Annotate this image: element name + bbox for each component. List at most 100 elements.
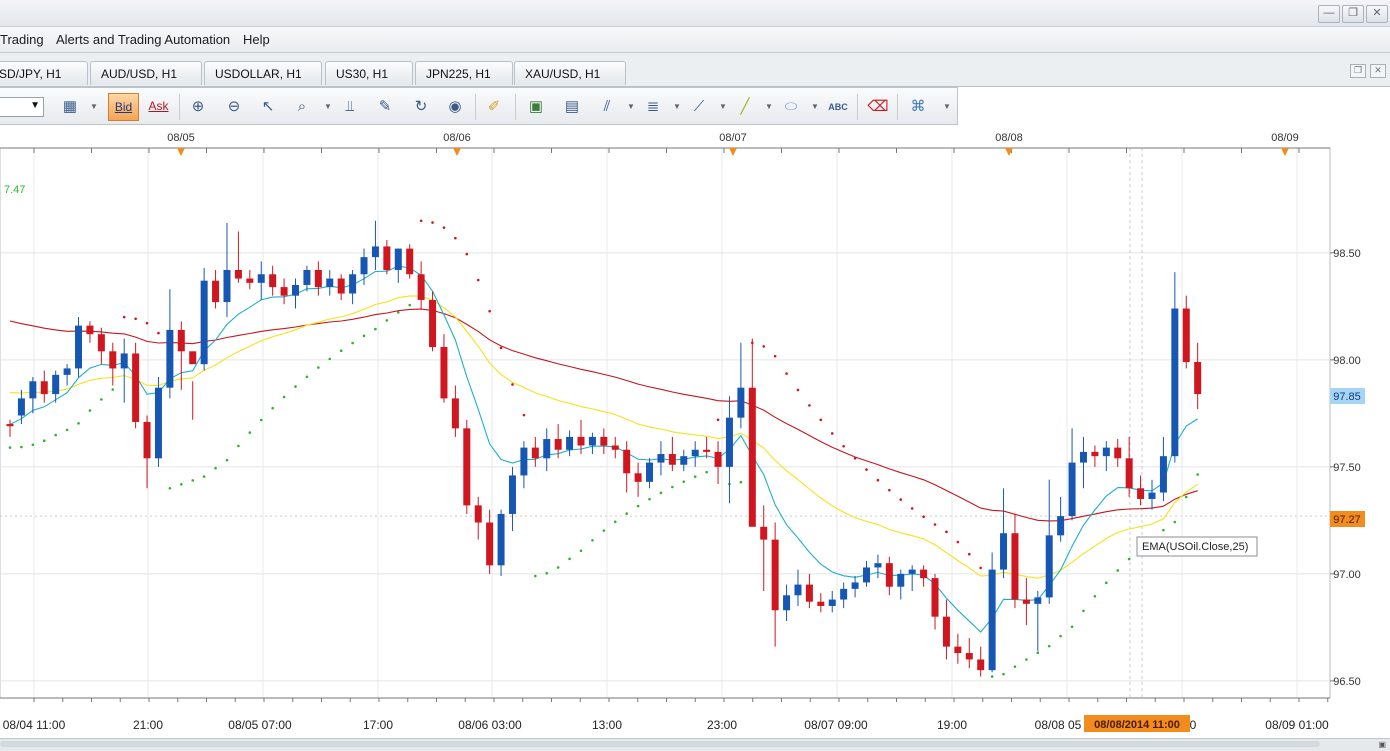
indicator-tooltip: EMA(USOil.Close,25) — [1142, 541, 1248, 553]
candle-up — [303, 270, 310, 285]
candle-down — [806, 585, 813, 602]
restore-button[interactable]: ❐ — [1342, 5, 1364, 23]
sar-dot — [637, 505, 640, 508]
menu-alerts-automation[interactable]: Alerts and Trading Automation — [56, 32, 230, 47]
minimize-button[interactable]: — — [1318, 5, 1340, 23]
tab-audusd[interactable]: AUD/USD, H1 — [90, 61, 202, 85]
gann-icon[interactable]: ⟋ — [687, 96, 711, 118]
chevron-down-icon[interactable]: ▼ — [627, 96, 635, 118]
chevron-down-icon[interactable]: ▼ — [943, 96, 951, 118]
candle-down — [578, 437, 585, 446]
hierarchy-icon[interactable]: ⌘ — [906, 96, 930, 118]
chart-close-icon[interactable]: ✕ — [1370, 64, 1386, 78]
timeframe-combo[interactable]: ▼ — [0, 97, 44, 117]
sar-dot — [203, 475, 206, 478]
rotate-icon[interactable]: ↻ — [409, 96, 433, 118]
chart-restore-icon[interactable]: ❐ — [1350, 64, 1366, 78]
ruler-icon[interactable]: ✐ — [482, 96, 506, 118]
sar-dot — [888, 489, 891, 492]
candle-down — [98, 334, 105, 351]
sar-dot — [134, 317, 137, 320]
sar-dot — [842, 445, 845, 448]
zoom-out-icon[interactable]: ⊖ — [222, 96, 246, 118]
candle-down — [1011, 533, 1018, 599]
chevron-down-icon[interactable]: ▼ — [324, 96, 332, 118]
ask-button[interactable]: Ask — [143, 93, 174, 121]
menu-help[interactable]: Help — [243, 32, 270, 47]
text-icon[interactable]: ABC — [826, 96, 850, 118]
candle-up — [1046, 535, 1053, 597]
sar-dot — [328, 358, 331, 361]
sar-dot — [89, 409, 92, 412]
sar-dot — [934, 523, 937, 526]
sar-dot — [1037, 651, 1040, 654]
candle-down — [555, 439, 562, 450]
candle-down — [954, 647, 961, 653]
sar-dot — [466, 253, 469, 256]
corner-value: 7.47 — [4, 184, 25, 196]
channel-icon[interactable]: ≣ — [641, 96, 665, 118]
tab-usdollar[interactable]: USDOLLAR, H1 — [204, 61, 322, 85]
sar-dot — [545, 572, 548, 575]
sar-dot — [32, 443, 35, 446]
toolbar-separator — [515, 94, 516, 120]
candle-up — [520, 448, 527, 476]
sar-dot — [877, 479, 880, 482]
tab-us30[interactable]: US30, H1 — [325, 61, 413, 85]
sar-dot — [1071, 625, 1074, 628]
candle-up — [1034, 597, 1041, 603]
sar-dot — [694, 475, 697, 478]
fibonacci-icon[interactable]: ⫽ — [595, 96, 619, 118]
bid-button[interactable]: Bid — [108, 93, 139, 121]
close-button[interactable]: ✕ — [1366, 5, 1388, 23]
menu-trading[interactable]: Trading — [0, 32, 44, 47]
sar-dot — [408, 304, 411, 307]
template-icon[interactable]: ▤ — [560, 96, 584, 118]
sar-dot — [420, 219, 423, 222]
time-axis-label: 13:00 — [592, 718, 622, 732]
sar-dot — [1185, 496, 1188, 499]
eraser-icon[interactable]: ⌫ — [866, 96, 890, 118]
price-chart[interactable]: 0408/0508/0608/0708/0808/09 08/04 11:002… — [0, 126, 1390, 738]
magnifier-icon[interactable]: ⌕ — [290, 96, 314, 118]
image-icon[interactable]: ▣ — [524, 96, 548, 118]
screenshot-icon[interactable]: ✎ — [373, 96, 397, 118]
tab-xauusd[interactable]: XAU/USD, H1 — [514, 61, 626, 85]
chart-type-icon[interactable]: ▦ — [58, 96, 82, 118]
zoom-in-icon[interactable]: ⊕ — [186, 96, 210, 118]
time-axis-label: 23:00 — [707, 718, 737, 732]
trendline-icon[interactable]: ╱ — [733, 96, 757, 118]
sar-dot — [534, 575, 537, 578]
chevron-down-icon[interactable]: ▼ — [811, 96, 819, 118]
tab-jpn225[interactable]: JPN225, H1 — [415, 61, 513, 85]
sar-dot — [717, 418, 720, 421]
sar-dot — [340, 349, 343, 352]
candle-up — [737, 388, 744, 418]
candle-down — [212, 281, 219, 302]
chevron-down-icon[interactable]: ▼ — [765, 96, 773, 118]
sar-dot — [77, 422, 80, 425]
chevron-down-icon[interactable]: ▼ — [719, 96, 727, 118]
candle-down — [475, 505, 482, 522]
globe-icon[interactable]: ◉ — [443, 96, 467, 118]
time-axis-label: 0 — [1190, 718, 1197, 732]
candle-down — [178, 330, 185, 351]
sar-dot — [1002, 673, 1005, 676]
sar-dot — [214, 467, 217, 470]
tab-usdjpy[interactable]: SD/JPY, H1 — [0, 61, 88, 85]
candle-down — [532, 448, 539, 459]
candle-up — [64, 368, 71, 374]
candle-down — [429, 300, 436, 347]
time-axis-label: 08/06 03:00 — [458, 718, 522, 732]
sar-dot — [180, 483, 183, 486]
ellipse-icon[interactable]: ⬭ — [779, 96, 803, 118]
horizontal-scrollbar[interactable]: ▣ — [0, 738, 1390, 751]
chevron-down-icon[interactable]: ▼ — [673, 96, 681, 118]
sar-dot — [785, 372, 788, 375]
candle-up — [589, 437, 596, 446]
chevron-down-icon[interactable]: ▼ — [90, 96, 98, 118]
scroll-thumb[interactable] — [0, 741, 1320, 747]
vertical-line-icon[interactable]: ⫫ — [338, 96, 362, 118]
candle-down — [109, 351, 116, 368]
cursor-icon[interactable]: ↖ — [256, 96, 280, 118]
